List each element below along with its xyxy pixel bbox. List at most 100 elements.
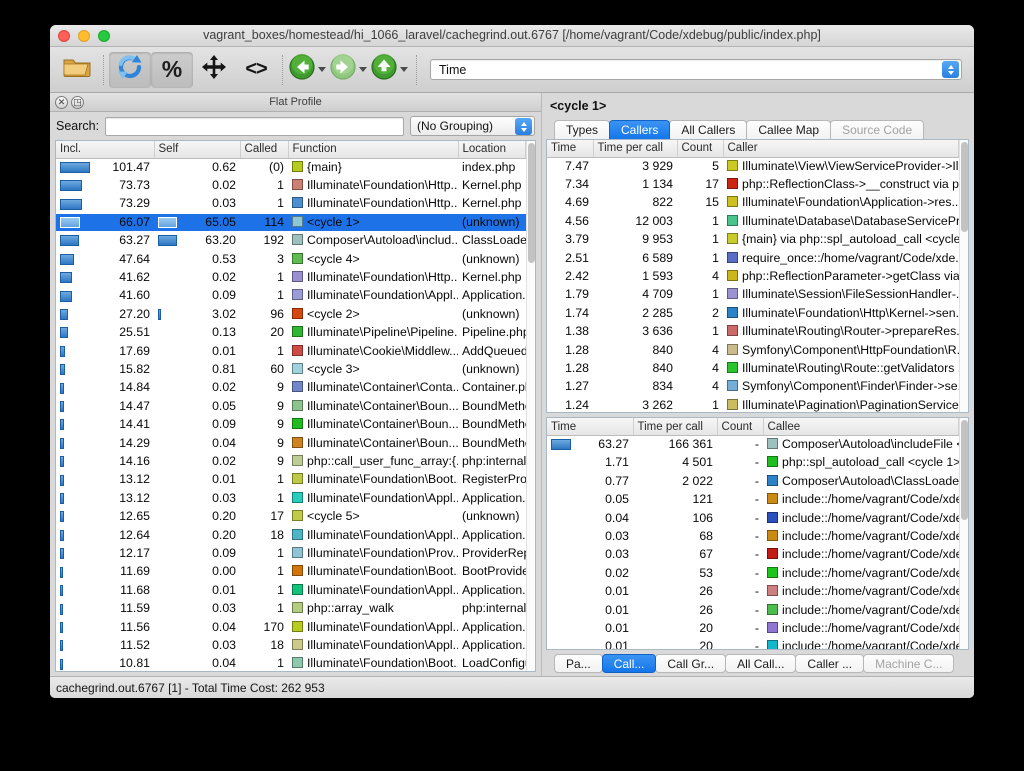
table-row[interactable]: 63.27 63.20 192 Composer\Autoload\includ...… [56, 232, 526, 250]
forward-dropdown-arrow-icon[interactable] [359, 67, 367, 72]
tab-types[interactable]: Types [554, 120, 611, 139]
callers-column-time-per-call[interactable]: Time per call [593, 140, 678, 158]
table-row[interactable]: 7.47 3 929 5 Illuminate\View\ViewServicePro… [547, 157, 958, 175]
table-row[interactable]: 1.74 2 285 2 Illuminate\Foundation\Http\Ker… [547, 304, 958, 322]
table-row[interactable]: 11.69 0.00 1 Illuminate\Foundation\Boot... B… [56, 563, 526, 581]
table-row[interactable]: 12.65 0.20 17 <cycle 5> (unknown) [56, 508, 526, 526]
table-row[interactable]: 0.01 26 - include::/home/vagrant/Code/xde..… [547, 601, 958, 619]
up-dropdown-arrow-icon[interactable] [400, 67, 408, 72]
bottom-tab-caller[interactable]: Caller ... [795, 654, 865, 673]
bottom-tab-pa[interactable]: Pa... [554, 654, 603, 673]
callers-column-caller[interactable]: Caller [723, 140, 959, 158]
table-row[interactable]: 66.07 65.05 114 <cycle 1> (unknown) [56, 213, 526, 232]
table-row[interactable]: 1.79 4 709 1 Illuminate\Session\FileSession… [547, 286, 958, 304]
table-row[interactable]: 41.62 0.02 1 Illuminate\Foundation\Http... K… [56, 268, 526, 286]
back-button[interactable] [288, 53, 329, 86]
callees-column-time[interactable]: Time [547, 418, 634, 436]
bottom-tab-call-gr[interactable]: Call Gr... [655, 654, 727, 673]
event-type-stepper-icon[interactable] [942, 61, 959, 78]
table-row[interactable]: 0.03 67 - include::/home/vagrant/Code/xde..… [547, 546, 958, 564]
tab-callee-map[interactable]: Callee Map [746, 120, 832, 139]
callees-column-count[interactable]: Count [717, 418, 764, 436]
tab-callers[interactable]: Callers [609, 120, 671, 139]
table-row[interactable]: 47.64 0.53 3 <cycle 4> (unknown) [56, 250, 526, 268]
back-dropdown-arrow-icon[interactable] [318, 67, 326, 72]
column-header-location[interactable]: Location [458, 141, 526, 159]
table-row[interactable]: 0.03 68 - include::/home/vagrant/Code/xde..… [547, 527, 958, 545]
table-row[interactable]: 17.69 0.01 1 Illuminate\Cookie\Middlew... Ad… [56, 342, 526, 360]
table-row[interactable]: 1.27 834 4 Symfony\Component\Finder\Finder-… [547, 378, 958, 396]
table-row[interactable]: 0.05 121 - include::/home/vagrant/Code/xde.… [547, 491, 958, 509]
grouping-stepper-icon[interactable] [515, 118, 532, 135]
percentage-toggle-button[interactable]: % [151, 51, 193, 88]
column-header-incl[interactable]: Incl. [56, 141, 155, 159]
column-header-function[interactable]: Function [288, 141, 459, 159]
table-row[interactable]: 0.02 53 - include::/home/vagrant/Code/xde..… [547, 564, 958, 582]
table-row[interactable]: 1.38 3 636 1 Illuminate\Routing\Router->pre… [547, 323, 958, 341]
table-row[interactable]: 14.41 0.09 9 Illuminate\Container\Boun... Bo… [56, 416, 526, 434]
table-row[interactable]: 14.16 0.02 9 php::call_user_func_array:{...… [56, 453, 526, 471]
flat-profile-vscrollbar[interactable] [526, 141, 535, 671]
table-row[interactable]: 41.60 0.09 1 Illuminate\Foundation\Appl... A… [56, 287, 526, 305]
callers-table-scroll[interactable]: Time Time per call Count Caller 7.47 3 92… [547, 140, 959, 412]
reload-button[interactable] [109, 51, 151, 88]
function-name: {main} [288, 158, 458, 176]
callees-table-wrap: Time Time per call Count Callee 63.27 166… [546, 417, 969, 650]
table-row[interactable]: 13.12 0.01 1 Illuminate\Foundation\Boot... R… [56, 471, 526, 489]
table-row[interactable]: 13.12 0.03 1 Illuminate\Foundation\Appl... A… [56, 489, 526, 507]
bottom-tab-call[interactable]: Call... [601, 654, 657, 673]
callees-vscrollbar[interactable] [959, 418, 968, 649]
table-row[interactable]: 11.52 0.03 18 Illuminate\Foundation\Appl...… [56, 637, 526, 655]
table-row[interactable]: 25.51 0.13 20 Illuminate\Pipeline\Pipeline.… [56, 324, 526, 342]
table-row[interactable]: 15.82 0.81 60 <cycle 3> (unknown) [56, 360, 526, 378]
flat-profile-table-scroll[interactable]: Incl. Self Called Function Location 101.… [56, 141, 526, 671]
callees-table-scroll[interactable]: Time Time per call Count Callee 63.27 166… [547, 418, 959, 649]
table-row[interactable]: 0.01 26 - include::/home/vagrant/Code/xde..… [547, 583, 958, 601]
table-row[interactable]: 101.47 0.62 (0) {main} index.php [56, 158, 526, 176]
table-row[interactable]: 27.20 3.02 96 <cycle 2> (unknown) [56, 305, 526, 323]
table-row[interactable]: 2.51 6 589 1 require_once::/home/vagrant/Co… [547, 249, 958, 267]
table-row[interactable]: 0.04 106 - include::/home/vagrant/Code/xde.… [547, 509, 958, 527]
table-row[interactable]: 4.56 12 003 1 Illuminate\Database\DatabaseS… [547, 212, 958, 230]
callers-column-count[interactable]: Count [677, 140, 724, 158]
callees-column-callee[interactable]: Callee [763, 418, 959, 436]
bottom-tab-all-call[interactable]: All Call... [725, 654, 797, 673]
table-row[interactable]: 14.47 0.05 9 Illuminate\Container\Boun... Bo… [56, 397, 526, 415]
forward-button[interactable] [329, 53, 370, 86]
table-row[interactable]: 63.27 166 361 - Composer\Autoload\includeFi… [547, 435, 959, 453]
column-header-self[interactable]: Self [154, 141, 241, 159]
open-file-button[interactable] [56, 52, 98, 88]
table-row[interactable]: 3.79 9 953 1 {main} via php::spl_autoload_c… [547, 231, 958, 249]
column-header-called[interactable]: Called [240, 141, 289, 159]
table-row[interactable]: 4.69 822 15 Illuminate\Foundation\Applicati… [547, 194, 958, 212]
table-row[interactable]: 12.17 0.09 1 Illuminate\Foundation\Prov... P… [56, 545, 526, 563]
table-row[interactable]: 1.28 840 4 Illuminate\Routing\Route::getVal… [547, 359, 958, 377]
cycle-detection-button[interactable]: <> [235, 52, 277, 88]
callers-column-time[interactable]: Time [547, 140, 594, 158]
table-row[interactable]: 14.84 0.02 9 Illuminate\Container\Conta... C… [56, 379, 526, 397]
callers-vscrollbar[interactable] [959, 140, 968, 413]
table-row[interactable]: 11.56 0.04 170 Illuminate\Foundation\Appl..… [56, 618, 526, 636]
table-row[interactable]: 73.29 0.03 1 Illuminate\Foundation\Http... K… [56, 195, 526, 213]
table-row[interactable]: 0.01 20 - include::/home/vagrant/Code/xde..… [547, 620, 958, 638]
table-row[interactable]: 1.71 4 501 - php::spl_autoload_call <cycle … [547, 454, 958, 472]
table-row[interactable]: 1.28 840 4 Symfony\Component\HttpFoundation… [547, 341, 958, 359]
event-type-select[interactable]: Time [430, 59, 962, 80]
table-row[interactable]: 73.73 0.02 1 Illuminate\Foundation\Http... K… [56, 176, 526, 194]
table-row[interactable]: 0.77 2 022 - Composer\Autoload\ClassLoader-… [547, 472, 958, 490]
table-row[interactable]: 12.64 0.20 18 Illuminate\Foundation\Appl...… [56, 526, 526, 544]
table-row[interactable]: 0.01 20 - include::/home/vagrant/Code/xde..… [547, 638, 959, 649]
table-row[interactable]: 7.34 1 134 17 php::ReflectionClass->__const… [547, 175, 958, 193]
table-row[interactable]: 11.68 0.01 1 Illuminate\Foundation\Appl... A… [56, 581, 526, 599]
table-row[interactable]: 11.59 0.03 1 php::array_walk php:internal [56, 600, 526, 618]
search-input[interactable] [105, 116, 404, 136]
table-row[interactable]: 1.24 3 262 1 Illuminate\Pagination\Paginati… [547, 396, 958, 412]
grouping-select[interactable]: (No Grouping) [410, 116, 535, 136]
relative-cost-button[interactable] [193, 52, 235, 88]
up-button[interactable] [370, 53, 411, 86]
table-row[interactable]: 10.81 0.04 1 Illuminate\Foundation\Boot... L… [56, 655, 526, 671]
table-row[interactable]: 14.29 0.04 9 Illuminate\Container\Boun... Bo… [56, 434, 526, 452]
callees-column-time-per-call[interactable]: Time per call [633, 418, 718, 436]
tab-all-callers[interactable]: All Callers [669, 120, 748, 139]
table-row[interactable]: 2.42 1 593 4 php::ReflectionParameter->getC… [547, 267, 958, 285]
